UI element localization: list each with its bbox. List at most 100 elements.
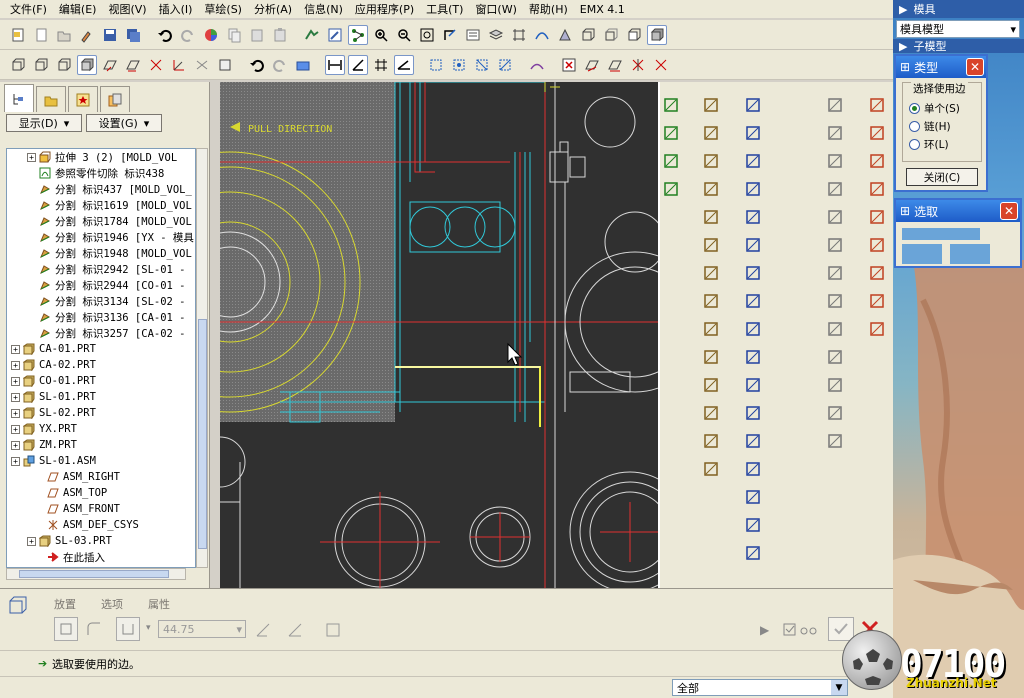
datum-point-icon[interactable] <box>824 178 846 200</box>
graphics-window[interactable]: PULL DIRECTION <box>220 82 658 588</box>
square-icon[interactable] <box>324 621 342 639</box>
trim-x-icon[interactable] <box>866 150 888 172</box>
tree-item[interactable]: + CA-02.PRT <box>7 357 195 373</box>
menu-sketch[interactable]: 草绘(S) <box>198 1 248 17</box>
tree-item[interactable]: 分割 标识3134 [SL-02 - <box>7 293 195 309</box>
tab-folder-browser[interactable] <box>36 86 66 112</box>
redo-2-icon[interactable] <box>270 55 290 75</box>
tree-item[interactable]: ASM_FRONT <box>7 501 195 517</box>
tab-options[interactable]: 选项 <box>101 596 123 612</box>
preview-icons[interactable] <box>782 621 822 639</box>
tree-item[interactable]: + SL-01.PRT <box>7 389 195 405</box>
wireframe-icon[interactable] <box>578 25 598 45</box>
tree-item[interactable]: + CA-01.PRT <box>7 341 195 357</box>
tree-item[interactable]: ASM_DEF_CSYS <box>7 517 195 533</box>
mold-volume-icon[interactable] <box>660 94 682 116</box>
select-node-icon[interactable] <box>348 24 368 45</box>
modify-icon[interactable] <box>742 458 764 480</box>
menu-emx[interactable]: EMX 4.1 <box>574 3 631 16</box>
datum-planes-icon[interactable] <box>509 25 529 45</box>
round-icon[interactable] <box>824 402 846 424</box>
refit-icon[interactable] <box>417 25 437 45</box>
dimension-scheme-button[interactable] <box>116 617 140 641</box>
cube-view-2-icon[interactable] <box>31 55 51 75</box>
view-list-icon[interactable] <box>463 25 483 45</box>
thickness-icon[interactable] <box>700 430 722 452</box>
save-icon[interactable] <box>100 25 120 45</box>
dim-angle-icon[interactable] <box>348 54 368 75</box>
chamfer-edge-button[interactable] <box>54 617 78 641</box>
datum-axis-icon[interactable] <box>824 122 846 144</box>
datum-axes-icon[interactable] <box>532 25 552 45</box>
chevron-down-icon[interactable]: ▾ <box>146 623 151 633</box>
arc-icon[interactable] <box>742 290 764 312</box>
save-copy-icon[interactable] <box>123 25 143 45</box>
sketch-tool-2-icon[interactable] <box>605 55 625 75</box>
expand-icon[interactable]: + <box>11 424 20 434</box>
scroll-thumb[interactable] <box>19 570 169 578</box>
tree-item[interactable]: ASM_RIGHT <box>7 469 195 485</box>
copy-icon[interactable] <box>224 25 244 45</box>
orient-icon[interactable] <box>440 25 460 45</box>
tree-vertical-scrollbar[interactable] <box>196 148 208 568</box>
tree-item[interactable]: ASM_TOP <box>7 485 195 501</box>
tree-item[interactable]: 分割 标识3136 [CA-01 - <box>7 309 195 325</box>
spin-center-icon[interactable] <box>215 55 235 75</box>
offset-icon[interactable] <box>742 402 764 424</box>
settings-button[interactable]: 设置(G) ▾ <box>86 114 162 132</box>
tree-item[interactable]: + SL-03.PRT <box>7 533 195 549</box>
brush-icon[interactable] <box>77 25 97 45</box>
menu-view[interactable]: 视图(V) <box>102 1 152 17</box>
tree-item[interactable]: + 拉伸 3 (2) [MOLD_VOL <box>7 149 195 165</box>
close-button[interactable]: 关闭(C) <box>906 168 978 186</box>
tab-properties[interactable]: 属性 <box>148 596 170 612</box>
assembly-tool-icon[interactable] <box>660 178 682 200</box>
tab-favorites[interactable] <box>68 86 98 112</box>
blank-doc-icon[interactable] <box>31 25 51 45</box>
tree-item[interactable]: 在此插入 <box>7 549 195 565</box>
play-icon[interactable]: ▶ <box>760 623 769 637</box>
grid-icon[interactable] <box>371 55 391 75</box>
datum-plane-icon[interactable] <box>824 94 846 116</box>
spline-icon[interactable] <box>742 346 764 368</box>
scroll-thumb[interactable] <box>198 319 207 549</box>
option-chain[interactable]: 链(H) <box>909 119 951 134</box>
tree-item[interactable]: 参照零件切除 标识438 <box>7 165 195 181</box>
expand-icon[interactable]: + <box>11 360 20 370</box>
projected-area-icon[interactable] <box>700 458 722 480</box>
sketch-csys-icon[interactable] <box>169 55 189 75</box>
shell-icon[interactable] <box>824 318 846 340</box>
slant-line-icon[interactable] <box>866 234 888 256</box>
dimension-icon[interactable] <box>742 430 764 452</box>
expand-icon[interactable]: + <box>11 344 20 354</box>
parting-surface-icon[interactable] <box>700 122 722 144</box>
open-folder-icon[interactable] <box>54 25 74 45</box>
sel-box-4-icon[interactable] <box>495 55 515 75</box>
zoom-in-icon[interactable] <box>371 25 391 45</box>
draft-icon[interactable] <box>824 374 846 396</box>
extract-icon[interactable] <box>700 234 722 256</box>
cube-view-1-icon[interactable] <box>8 55 28 75</box>
mold-opening-icon[interactable] <box>700 262 722 284</box>
expand-icon[interactable]: + <box>27 152 36 162</box>
new-file-icon[interactable] <box>8 25 28 45</box>
zoom-out-icon[interactable] <box>394 25 414 45</box>
close-icon[interactable]: ✕ <box>1000 202 1018 220</box>
menu-file[interactable]: 文件(F) <box>4 1 53 17</box>
tree-item[interactable]: + ZM.PRT <box>7 437 195 453</box>
mold-tool-icon[interactable] <box>527 55 547 75</box>
offset-surface-icon[interactable] <box>866 178 888 200</box>
line-icon[interactable] <box>742 206 764 228</box>
dimension-icon[interactable] <box>293 55 313 75</box>
ellipse-icon[interactable] <box>742 94 764 116</box>
menu-info[interactable]: 信息(N) <box>298 1 349 17</box>
tree-item[interactable]: + CO-01.PRT <box>7 373 195 389</box>
mold-panel-header[interactable]: ▶ 模具 <box>893 0 1024 18</box>
color-wheel-icon[interactable] <box>201 25 221 45</box>
tree-horizontal-scrollbar[interactable] <box>6 568 186 580</box>
rib-icon[interactable] <box>824 346 846 368</box>
tree-item[interactable]: 分割 标识2942 [SL-01 - <box>7 261 195 277</box>
expand-icon[interactable]: + <box>11 408 20 418</box>
volume-split-icon[interactable] <box>700 206 722 228</box>
paste-icon[interactable] <box>247 25 267 45</box>
